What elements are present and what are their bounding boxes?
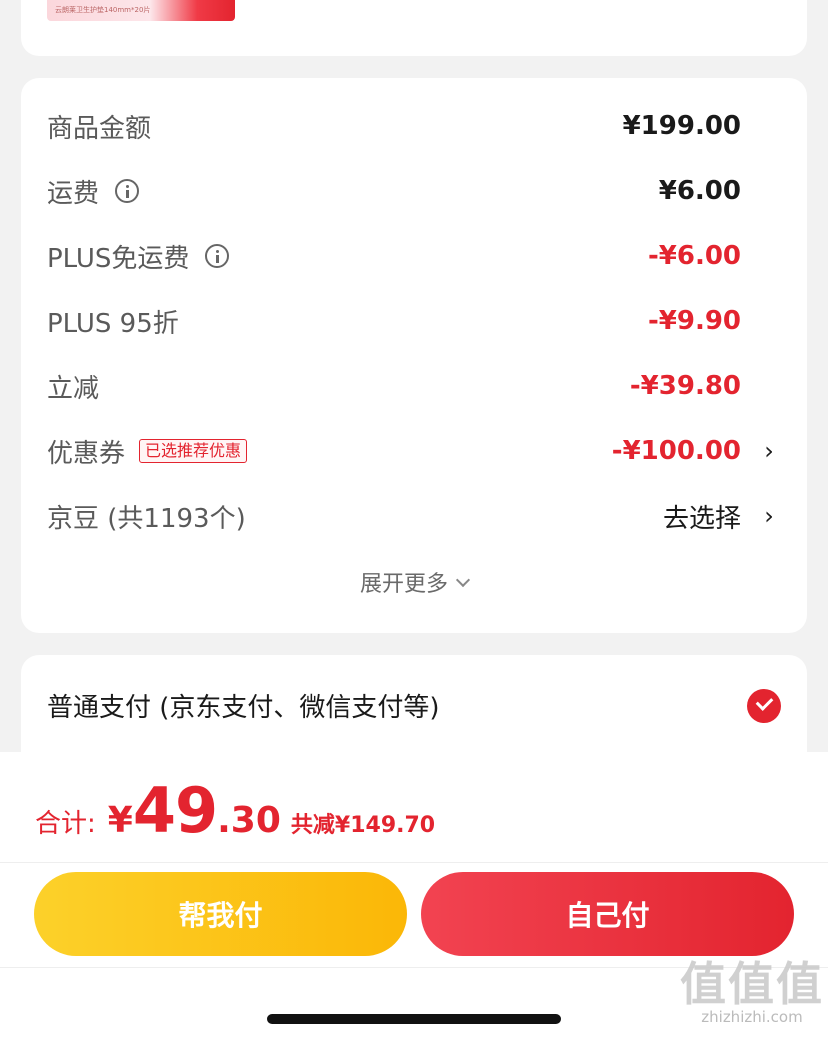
pay-myself-button[interactable]: 自己付 <box>421 872 794 956</box>
home-indicator[interactable] <box>267 1014 561 1024</box>
coupon-label: 优惠券 <box>47 438 126 469</box>
help-me-pay-button[interactable]: 帮我付 <box>34 872 407 956</box>
shipping-label: 运费 <box>47 178 100 209</box>
watermark: 值值值 zhizhizhi.com <box>680 960 824 1026</box>
coupon-recommended-badge: 已选推荐优惠 <box>139 439 248 463</box>
coupon-value: -¥100.00 <box>611 436 741 466</box>
total-amount: 合计: ¥ 49 .30 共减¥149.70 <box>35 774 435 847</box>
selected-check-icon[interactable] <box>747 689 781 723</box>
divider <box>0 862 828 863</box>
row-plus-discount: PLUS 95折 -¥9.90 <box>47 299 777 343</box>
watermark-logo: 值值值 <box>680 957 824 1011</box>
payment-method-label: 普通支付 (京东支付、微信支付等) <box>47 693 440 723</box>
row-instant-reduction: 立减 -¥39.80 <box>47 364 777 408</box>
shipping-value: ¥6.00 <box>658 176 741 206</box>
product-strip-text: 云朗莱卫生护垫140mm*20片 <box>55 6 151 14</box>
total-integer: 49 <box>132 774 218 847</box>
goods-amount-label: 商品金额 <box>47 113 152 144</box>
watermark-url: zhizhizhi.com <box>701 1008 803 1026</box>
total-savings: 共减¥149.70 <box>290 813 436 838</box>
total-label: 合计: <box>35 809 96 839</box>
row-jd-beans[interactable]: 京豆 (共1193个) 去选择 › <box>47 494 777 538</box>
chevron-right-icon[interactable]: › <box>761 437 777 465</box>
row-coupon[interactable]: 优惠券 已选推荐优惠 -¥100.00 › <box>47 429 777 473</box>
expand-more-label: 展开更多 <box>359 572 448 597</box>
chevron-right-icon[interactable]: › <box>761 502 777 530</box>
total-decimal: .30 <box>217 800 281 841</box>
info-icon[interactable] <box>115 179 140 203</box>
total-currency: ¥ <box>107 800 133 841</box>
plus-discount-label: PLUS 95折 <box>47 308 179 339</box>
plus-discount-value: -¥9.90 <box>647 306 741 336</box>
expand-more-toggle[interactable]: 展开更多 <box>21 566 807 598</box>
row-shipping: 运费 ¥6.00 <box>47 169 777 213</box>
product-thumbnail-strip[interactable]: 云朗莱卫生护垫140mm*20片 <box>47 0 235 21</box>
jd-beans-select[interactable]: 去选择 <box>663 498 741 535</box>
plus-free-shipping-label: PLUS免运费 <box>47 243 190 274</box>
plus-free-shipping-value: -¥6.00 <box>647 241 741 271</box>
info-icon[interactable] <box>205 244 230 268</box>
row-goods-amount: 商品金额 ¥199.00 <box>47 104 777 148</box>
product-card: 云朗莱卫生护垫140mm*20片 <box>21 0 807 56</box>
goods-amount-value: ¥199.00 <box>622 111 741 141</box>
row-plus-free-shipping: PLUS免运费 -¥6.00 <box>47 234 777 278</box>
instant-reduction-label: 立减 <box>47 373 100 404</box>
instant-reduction-value: -¥39.80 <box>629 371 741 401</box>
price-breakdown-card: 商品金额 ¥199.00 运费 ¥6.00 PLUS免运费 -¥6.00 PLU… <box>21 78 807 633</box>
chevron-down-icon <box>455 572 471 588</box>
jd-beans-label: 京豆 (共1193个) <box>47 503 246 534</box>
